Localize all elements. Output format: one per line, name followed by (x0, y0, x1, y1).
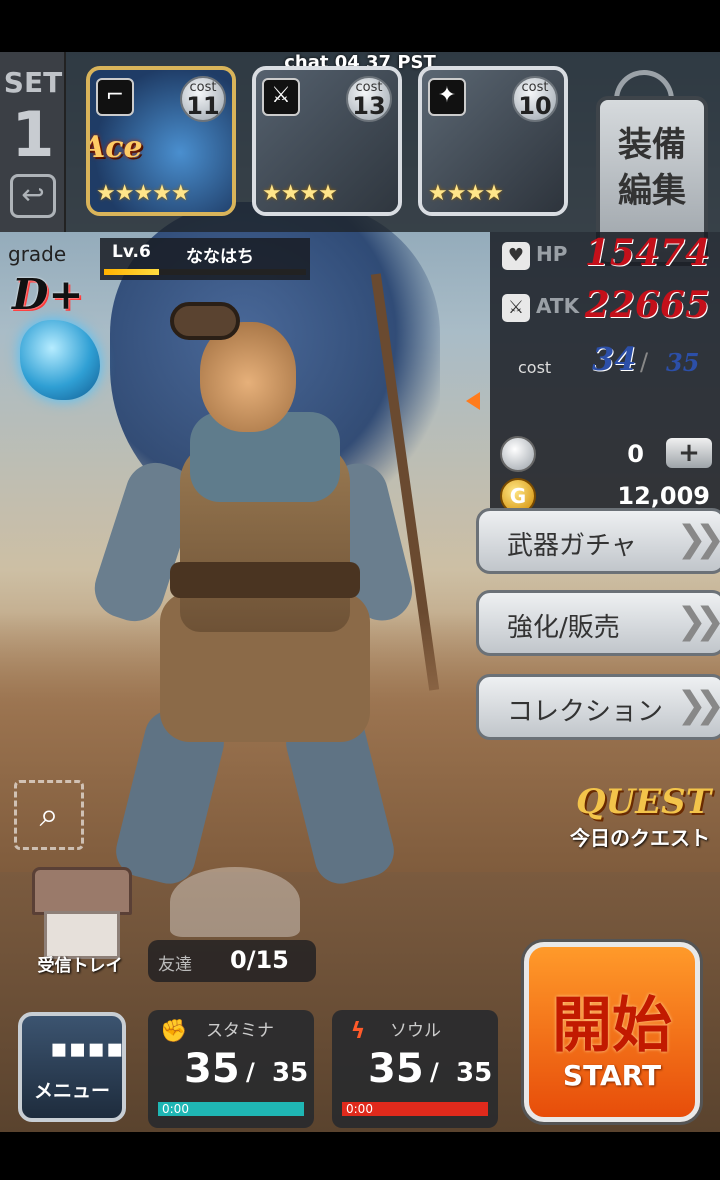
stamina-max: 35 (272, 1058, 309, 1088)
hero-character[interactable] (86, 292, 420, 892)
xp-track (104, 269, 306, 275)
cost-max: 35 (666, 348, 700, 377)
grade-label: grade (8, 242, 67, 266)
quest-title: QUEST (576, 782, 712, 822)
friends-counter[interactable]: 友達 0/15 (148, 940, 316, 982)
status-bar (0, 0, 720, 52)
friends-value: 0/15 (230, 946, 289, 974)
soul-icon: ϟ (350, 1019, 366, 1044)
start-button[interactable]: 開始 START (524, 942, 700, 1122)
menu-label: メニュー (33, 1080, 110, 1102)
zoom-icon[interactable]: ⌕ (14, 780, 84, 850)
double-chevron-icon: ❯❯ (676, 601, 720, 642)
grade-value: D+ (12, 270, 84, 319)
soul-gauge: ϟ ソウル 35 / 35 0:00 (332, 1010, 498, 1128)
equipment-card-3[interactable]: ✦ cost 10 ★★★★ (418, 66, 568, 216)
xp-fill (104, 269, 159, 275)
navigation-bar (0, 1132, 720, 1180)
set-selector[interactable]: SET 1 ↩ (0, 52, 66, 232)
cost-value: 11 (186, 92, 220, 120)
main-menu-button[interactable]: ▪▪▪▪ メニュー (18, 1012, 126, 1122)
cost-value: 13 (352, 92, 386, 120)
player-name: ななはち (186, 247, 254, 267)
double-chevron-icon: ❯❯ (676, 519, 720, 560)
soul-current: 35 (368, 1046, 424, 1092)
stamina-icon: ✊ (160, 1019, 188, 1044)
crystal-icon (20, 320, 100, 400)
inbox-label: 受信トレイ (37, 956, 123, 976)
stats-panel: ♥ HP 15474 ⚔ ATK 22665 cost 34 / 35 0 G … (490, 232, 720, 516)
edit-button-line1: 装備 (618, 125, 686, 165)
cost-current: 34 (592, 340, 637, 378)
star-rating: ★★★★ (428, 181, 504, 206)
set-label: SET (3, 66, 63, 99)
start-label-jp: 開始 (552, 991, 672, 1061)
star-rating: ★★★★ (262, 181, 338, 206)
sword-icon: ⚔ (502, 294, 530, 322)
weapon-gacha-label: 武器ガチャ (507, 531, 637, 561)
ace-badge: Ace (86, 130, 143, 165)
stamina-label: スタミナ (206, 1021, 274, 1041)
atk-row: ⚔ ATK 22665 (490, 284, 720, 334)
hp-value: 15474 (584, 232, 710, 274)
soul-slash: / (430, 1058, 439, 1086)
arrow-left-icon[interactable] (466, 392, 480, 410)
cost-badge: cost 13 (346, 76, 392, 122)
add-silver-button[interactable]: + (666, 438, 712, 468)
soul-max: 35 (456, 1058, 493, 1088)
gold-amount: 12,009 (617, 482, 710, 510)
silver-coin-icon (500, 436, 536, 472)
stamina-slash: / (246, 1058, 255, 1086)
hp-row: ♥ HP 15474 (490, 232, 720, 282)
stamina-current: 35 (184, 1046, 240, 1092)
menu-grid-icon: ▪▪▪▪ (50, 1034, 125, 1064)
atk-value: 22665 (584, 284, 710, 326)
enhance-sell-button[interactable]: 強化/販売 ❯❯ (476, 590, 720, 656)
start-label-en: START (562, 1059, 662, 1092)
daily-quest-button[interactable]: QUEST 今日のクエスト (530, 782, 720, 852)
mailbox-roof (32, 867, 132, 915)
hero-belt (170, 562, 360, 598)
stamina-timer: 0:00 (162, 1102, 189, 1116)
cost-badge: cost 10 (512, 76, 558, 122)
gun-icon: ⌐ (96, 78, 134, 116)
double-chevron-icon: ❯❯ (676, 685, 720, 726)
weapon-gacha-button[interactable]: 武器ガチャ ❯❯ (476, 508, 720, 574)
enhance-sell-label: 強化/販売 (507, 613, 620, 643)
collection-button[interactable]: コレクション ❯❯ (476, 674, 720, 740)
set-switch-icon[interactable]: ↩ (10, 174, 56, 218)
heart-icon: ♥ (502, 242, 530, 270)
mace-icon: ✦ (428, 78, 466, 116)
cost-value: 10 (518, 92, 552, 120)
friends-label: 友達 (158, 955, 192, 975)
set-number: 1 (11, 98, 55, 171)
inbox-button[interactable]: 受信トレイ (24, 867, 134, 977)
cost-badge: cost 11 (180, 76, 226, 122)
stamina-gauge: ✊ スタミナ 35 / 35 0:00 (148, 1010, 314, 1128)
atk-label: ATK (536, 294, 580, 318)
cost-row: cost 34 / 35 (490, 340, 720, 390)
sword-icon: ⚔ (262, 78, 300, 116)
game-view: SET 1 ↩ chat 04 37 PST ⌐ cost 11 Ace ★★★… (0, 52, 720, 1132)
collection-label: コレクション (507, 697, 664, 727)
game-screen: SET 1 ↩ chat 04 37 PST ⌐ cost 11 Ace ★★★… (0, 0, 720, 1180)
level-text: Lv.6 (112, 242, 151, 262)
level-bar: Lv.6 ななはち (100, 238, 310, 280)
soul-timer: 0:00 (346, 1102, 373, 1116)
equipment-card-1[interactable]: ⌐ cost 11 Ace ★★★★★ (86, 66, 236, 216)
star-rating: ★★★★★ (96, 181, 191, 206)
edit-button-line2: 編集 (618, 171, 686, 211)
hp-label: HP (536, 242, 568, 266)
soul-label: ソウル (390, 1021, 441, 1041)
hero-goggles (170, 302, 240, 340)
friends-silhouette-icon (170, 867, 300, 937)
cost-slash: / (640, 348, 649, 376)
quest-subtitle: 今日のクエスト (570, 826, 710, 850)
equipment-card-2[interactable]: ⚔ cost 13 ★★★★ (252, 66, 402, 216)
cost-label: cost (518, 358, 552, 377)
silver-amount: 0 (627, 440, 644, 468)
